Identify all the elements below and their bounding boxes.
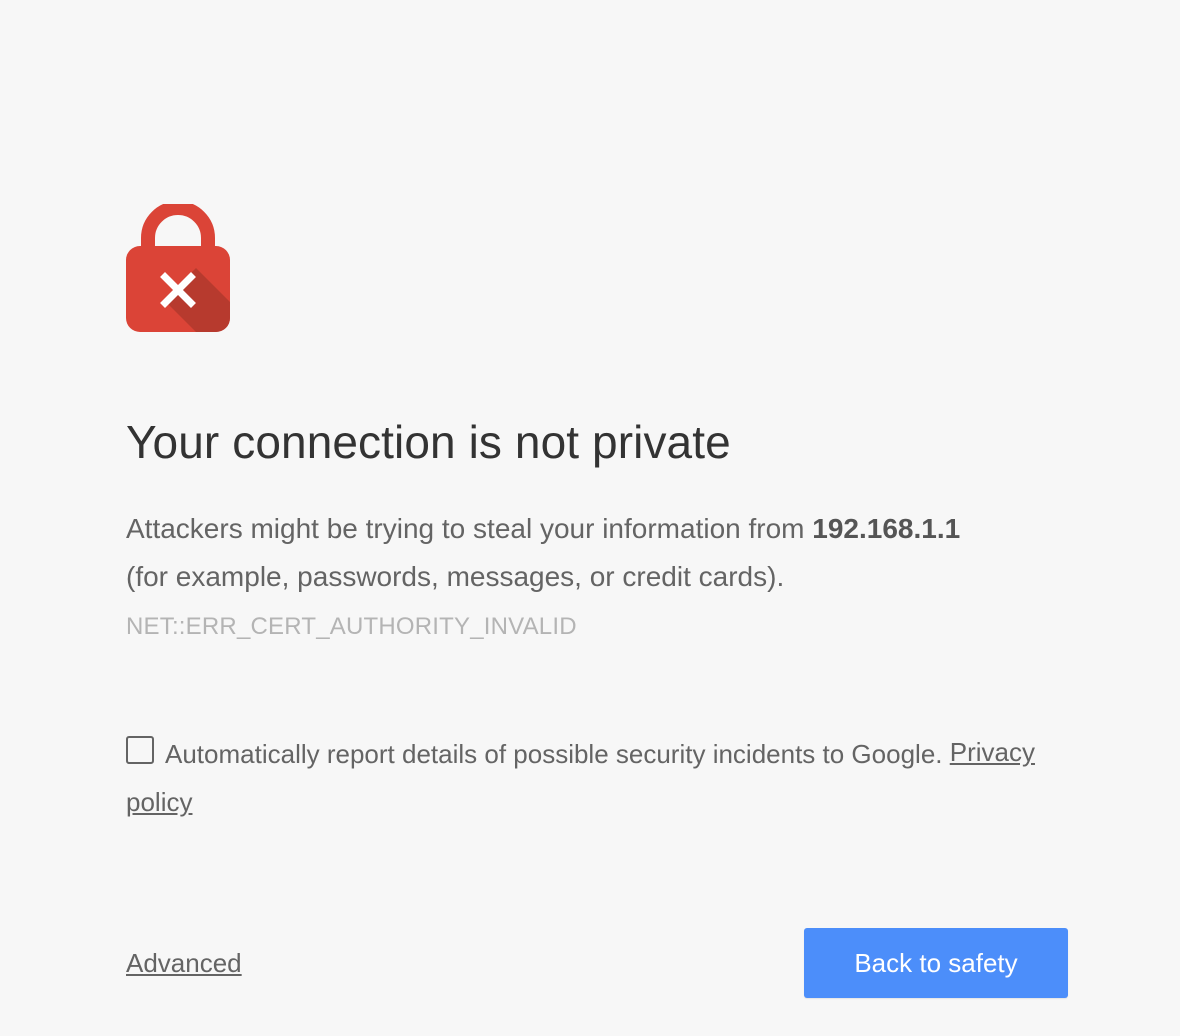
lock-with-x-icon: [126, 204, 230, 332]
interstitial-page: Your connection is not private Attackers…: [126, 0, 1068, 1036]
page-title: Your connection is not private: [126, 416, 731, 468]
host-name: 192.168.1.1: [812, 513, 961, 544]
advanced-link[interactable]: Advanced: [126, 944, 242, 982]
explanation-text: Attackers might be trying to steal your …: [126, 505, 1068, 601]
report-label: Automatically report details of possible…: [165, 739, 950, 770]
report-option: Automatically report details of possible…: [126, 728, 1068, 826]
report-checkbox[interactable]: [126, 736, 154, 765]
back-to-safety-button[interactable]: Back to safety: [804, 928, 1068, 998]
error-code: NET::ERR_CERT_AUTHORITY_INVALID: [126, 613, 577, 640]
explanation-lead: Attackers might be trying to steal your …: [126, 513, 813, 544]
explanation-tail: (for example, passwords, messages, or cr…: [126, 561, 785, 592]
